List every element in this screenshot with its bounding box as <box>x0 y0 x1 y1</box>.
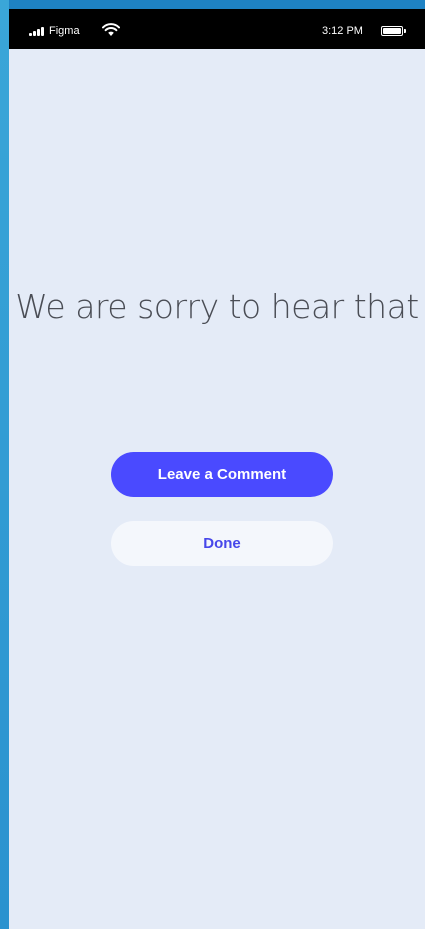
frame-left-edge <box>0 0 9 929</box>
page-title: We are sorry to hear that <box>15 287 419 326</box>
device-frame: Figma 3:12 PM We are sorry to hear that … <box>0 0 425 929</box>
battery-level-fill <box>383 28 401 34</box>
leave-comment-button[interactable]: Leave a Comment <box>111 452 333 497</box>
done-button[interactable]: Done <box>111 521 333 566</box>
wifi-icon <box>102 23 120 36</box>
carrier-name: Figma <box>49 25 80 37</box>
phone-screen: Figma 3:12 PM We are sorry to hear that … <box>9 9 425 929</box>
status-time: 3:12 PM <box>322 25 363 37</box>
status-bar: Figma 3:12 PM <box>9 9 425 49</box>
battery-icon <box>381 26 406 36</box>
signal-bars-icon <box>29 27 46 36</box>
frame-top-edge <box>0 0 425 9</box>
